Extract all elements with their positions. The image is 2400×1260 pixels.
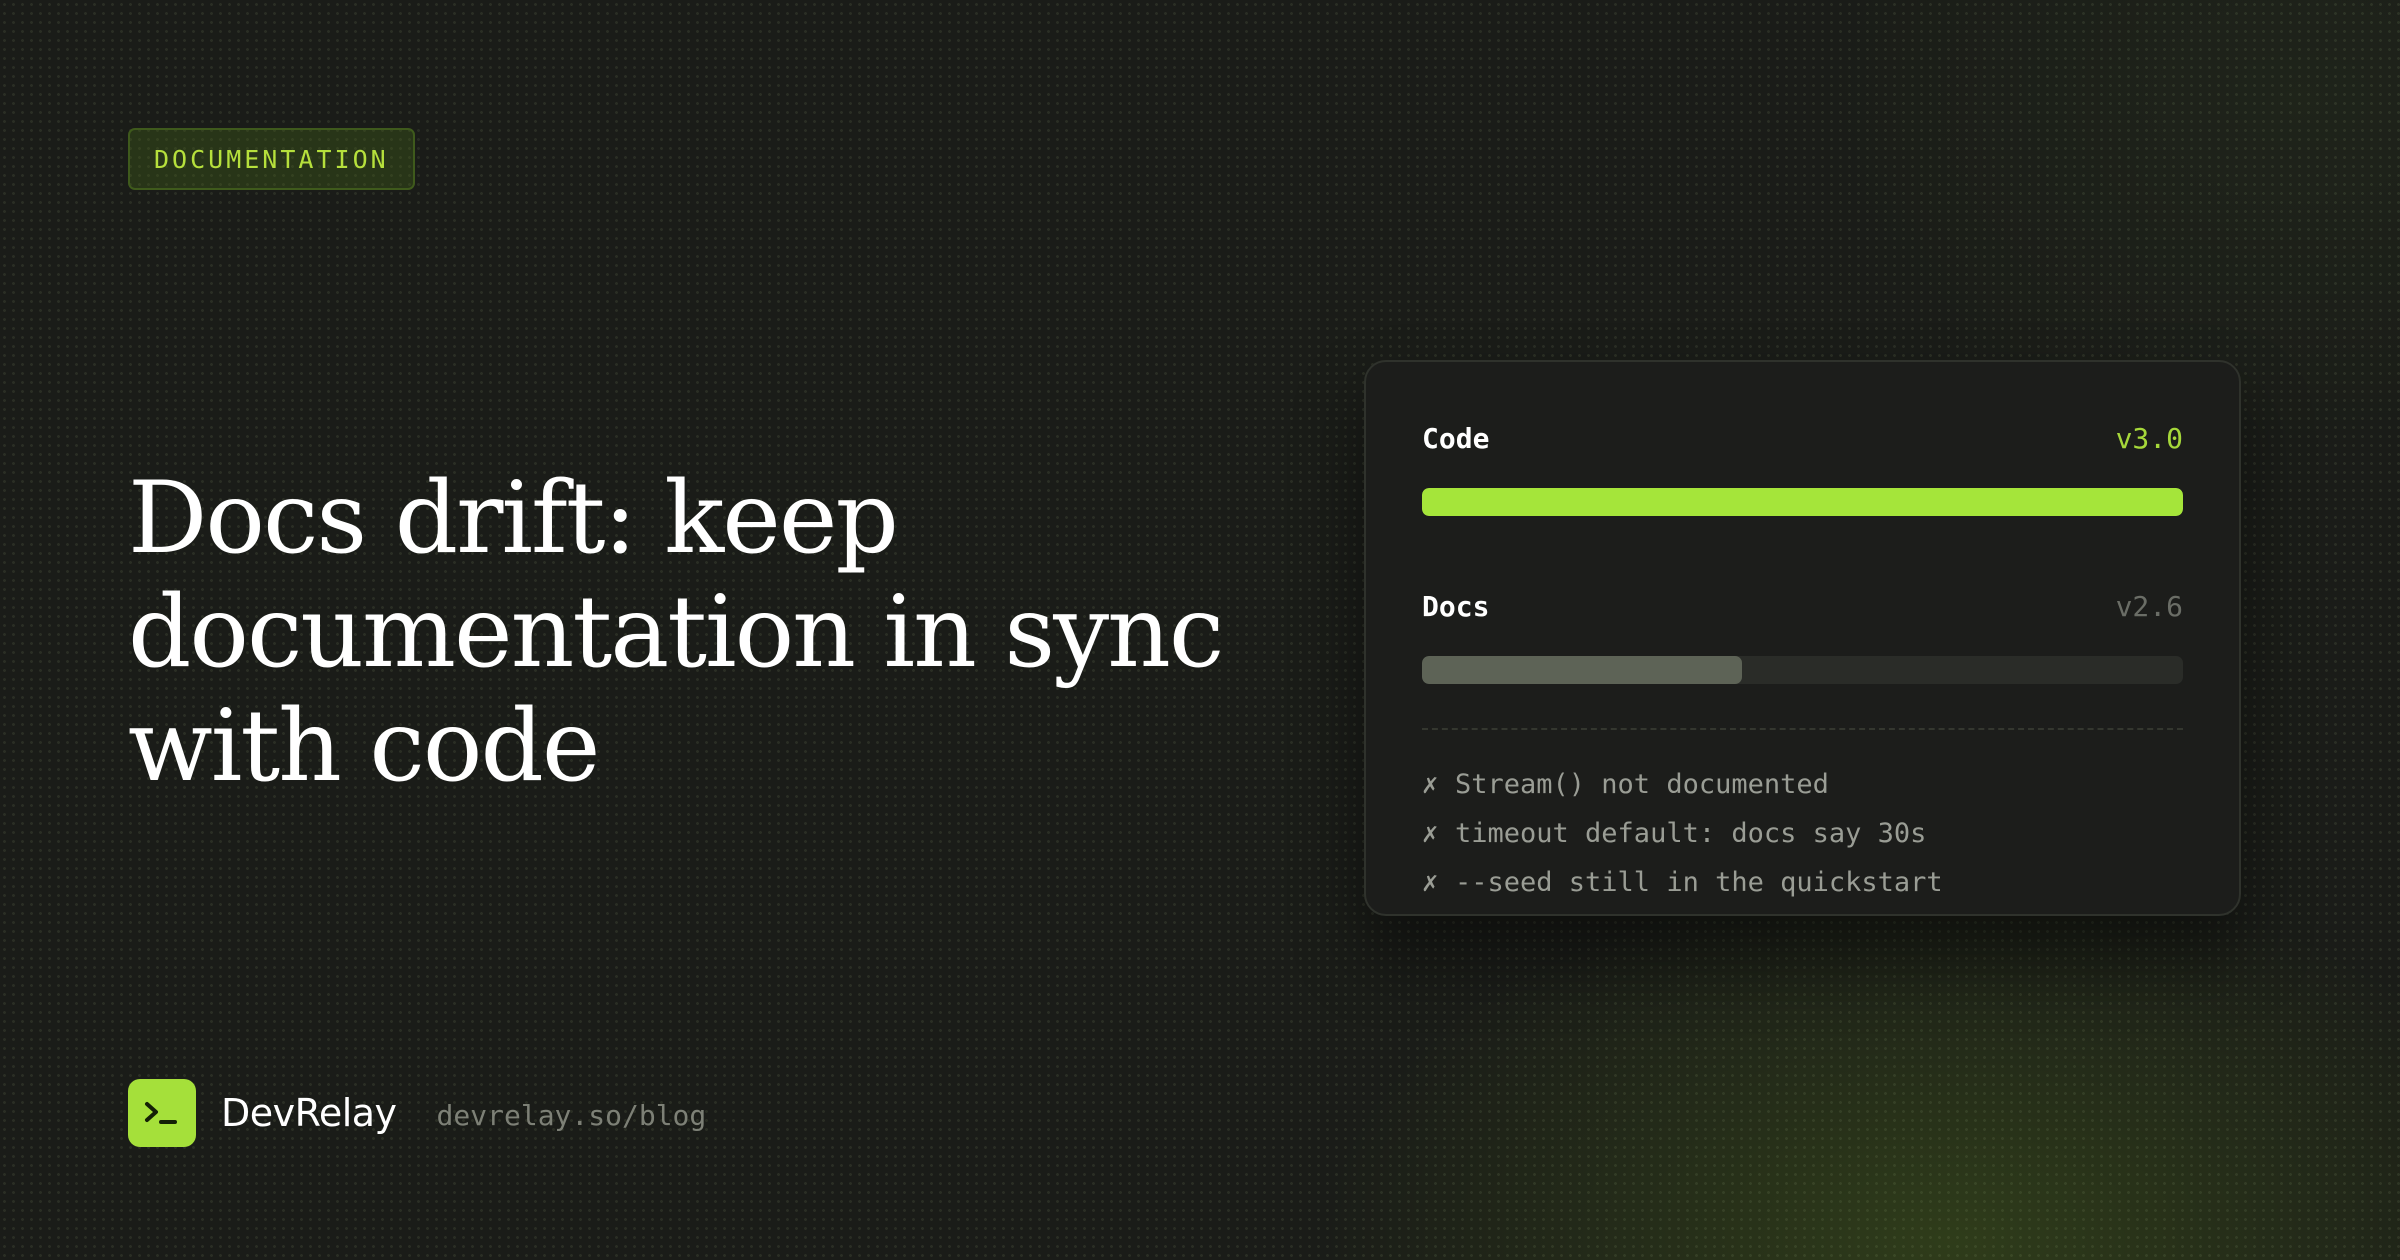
category-tag-label: DOCUMENTATION [154,144,389,174]
cross-icon: ✗ [1422,769,1439,800]
list-item: ✗ --seed still in the quickstart [1422,858,2183,907]
cross-icon: ✗ [1422,818,1439,849]
title-line-3: with code [128,689,600,804]
title-line-2: documentation in sync [128,575,1224,690]
issue-list: ✗ Stream() not documented ✗ timeout defa… [1422,760,2183,907]
code-version: v3.0 [2115,421,2183,455]
footer: DevRelay devrelay.so/blog [128,1078,706,1148]
terminal-prompt-icon[interactable] [128,1079,196,1147]
terminal-prompt-glyph [145,1102,177,1124]
docs-row: Docs v2.6 [1422,586,2183,626]
cross-icon: ✗ [1422,867,1439,898]
docs-progress-fill [1422,656,1742,684]
dashed-divider [1422,728,2183,730]
blog-url-link[interactable]: devrelay.so/blog [437,1095,707,1132]
docs-version: v2.6 [2115,589,2183,623]
issue-text: --seed still in the quickstart [1455,867,1943,898]
code-progress-track [1422,488,2183,516]
issue-text: Stream() not documented [1455,769,1829,800]
issue-text: timeout default: docs say 30s [1455,818,1927,849]
code-label: Code [1422,421,1490,455]
brand-name[interactable]: DevRelay [221,1091,397,1135]
docs-label: Docs [1422,589,1490,623]
docs-progress-track [1422,656,2183,684]
version-comparison-card: Code v3.0 Docs v2.6 ✗ Stream() not docum… [1364,360,2241,916]
page-title: Docs drift: keep documentation in sync w… [128,462,1308,804]
list-item: ✗ timeout default: docs say 30s [1422,809,2183,858]
list-item: ✗ Stream() not documented [1422,760,2183,809]
code-progress-fill [1422,488,2183,516]
category-tag: DOCUMENTATION [128,128,415,190]
code-row: Code v3.0 [1422,418,2183,458]
title-line-1: Docs drift: keep [128,461,899,576]
